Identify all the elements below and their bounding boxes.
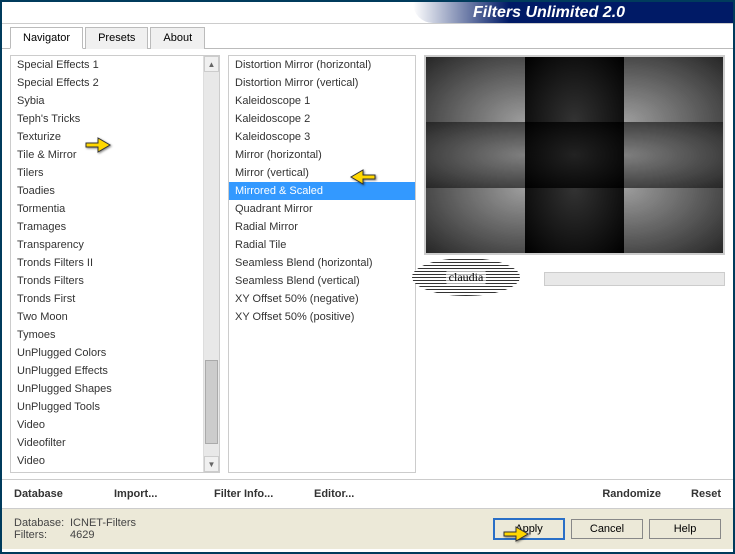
category-column: Special Effects 1Special Effects 2SybiaT… [10, 55, 220, 473]
tab-navigator[interactable]: Navigator [10, 27, 83, 49]
list-item[interactable]: XY Offset 50% (negative) [229, 290, 415, 308]
cancel-button[interactable]: Cancel [571, 519, 643, 539]
list-item[interactable]: Tilers [11, 164, 203, 182]
list-item[interactable]: UnPlugged Effects [11, 362, 203, 380]
list-item[interactable]: Tronds First [11, 290, 203, 308]
list-item[interactable]: Video [11, 452, 203, 470]
list-item[interactable]: Teph's Tricks [11, 110, 203, 128]
list-item[interactable]: Distortion Mirror (vertical) [229, 74, 415, 92]
scroll-up-icon[interactable]: ▲ [204, 56, 219, 72]
list-item[interactable]: Texturize [11, 128, 203, 146]
list-item[interactable]: UnPlugged Tools [11, 398, 203, 416]
category-list-wrap: Special Effects 1Special Effects 2SybiaT… [10, 55, 220, 473]
list-item[interactable]: Kaleidoscope 2 [229, 110, 415, 128]
category-list[interactable]: Special Effects 1Special Effects 2SybiaT… [11, 56, 203, 472]
filters-label: Filters: [14, 529, 70, 541]
list-item[interactable]: UnPlugged Colors [11, 344, 203, 362]
list-item[interactable]: UnPlugged Shapes [11, 380, 203, 398]
list-item[interactable]: Mirrored & Scaled [229, 182, 415, 200]
list-item[interactable]: Distortion Mirror (horizontal) [229, 56, 415, 74]
list-item[interactable]: Tronds Filters II [11, 254, 203, 272]
tab-presets[interactable]: Presets [85, 27, 148, 49]
list-item[interactable]: Radial Mirror [229, 218, 415, 236]
scroll-down-icon[interactable]: ▼ [204, 456, 219, 472]
watermark-logo: claudia [412, 258, 520, 296]
list-item[interactable]: Seamless Blend (vertical) [229, 272, 415, 290]
list-item[interactable]: VideoRave [11, 470, 203, 472]
list-item[interactable]: Toadies [11, 182, 203, 200]
list-item[interactable]: Tymoes [11, 326, 203, 344]
footer-info: Database: ICNET-Filters Filters: 4629 [14, 517, 487, 541]
list-item[interactable]: Tramages [11, 218, 203, 236]
scroll-thumb[interactable] [205, 360, 218, 444]
list-item[interactable]: Kaleidoscope 1 [229, 92, 415, 110]
filter-list-wrap: Distortion Mirror (horizontal)Distortion… [228, 55, 416, 473]
tab-about[interactable]: About [150, 27, 205, 49]
list-item[interactable]: Sybia [11, 92, 203, 110]
list-item[interactable]: Mirror (horizontal) [229, 146, 415, 164]
editor-button[interactable]: Editor... [314, 486, 414, 502]
import-button[interactable]: Import... [114, 486, 214, 502]
list-item[interactable]: Tronds Filters [11, 272, 203, 290]
app-title: Filters Unlimited 2.0 [413, 2, 733, 23]
list-item[interactable]: Quadrant Mirror [229, 200, 415, 218]
list-item[interactable]: Transparency [11, 236, 203, 254]
filter-list[interactable]: Distortion Mirror (horizontal)Distortion… [229, 56, 415, 472]
tab-bar: NavigatorPresetsAbout [2, 26, 733, 49]
list-item[interactable]: Tile & Mirror [11, 146, 203, 164]
list-item[interactable]: Tormentia [11, 200, 203, 218]
filter-info-button[interactable]: Filter Info... [214, 486, 314, 502]
database-button[interactable]: Database [14, 486, 114, 502]
slider-track[interactable] [544, 272, 725, 286]
toolbar: Database Import... Filter Info... Editor… [2, 479, 733, 509]
scrollbar[interactable]: ▲ ▼ [203, 56, 219, 472]
filter-column: Distortion Mirror (horizontal)Distortion… [228, 55, 416, 473]
list-item[interactable]: Videofilter [11, 434, 203, 452]
scroll-track[interactable] [204, 72, 219, 456]
list-item[interactable]: Two Moon [11, 308, 203, 326]
list-item[interactable]: Seamless Blend (horizontal) [229, 254, 415, 272]
header: Filters Unlimited 2.0 [2, 2, 733, 24]
preview-image [424, 55, 725, 255]
randomize-button[interactable]: Randomize [561, 486, 661, 502]
list-item[interactable]: Kaleidoscope 3 [229, 128, 415, 146]
main-content: Special Effects 1Special Effects 2SybiaT… [2, 49, 733, 479]
list-item[interactable]: Video [11, 416, 203, 434]
list-item[interactable]: XY Offset 50% (positive) [229, 308, 415, 326]
reset-button[interactable]: Reset [661, 486, 721, 502]
db-value: ICNET-Filters [70, 517, 136, 529]
list-item[interactable]: Mirror (vertical) [229, 164, 415, 182]
footer: Database: ICNET-Filters Filters: 4629 Ap… [2, 509, 733, 549]
filters-value: 4629 [70, 529, 94, 541]
db-label: Database: [14, 517, 70, 529]
apply-button[interactable]: Apply [493, 518, 565, 540]
list-item[interactable]: Special Effects 1 [11, 56, 203, 74]
help-button[interactable]: Help [649, 519, 721, 539]
list-item[interactable]: Special Effects 2 [11, 74, 203, 92]
list-item[interactable]: Radial Tile [229, 236, 415, 254]
